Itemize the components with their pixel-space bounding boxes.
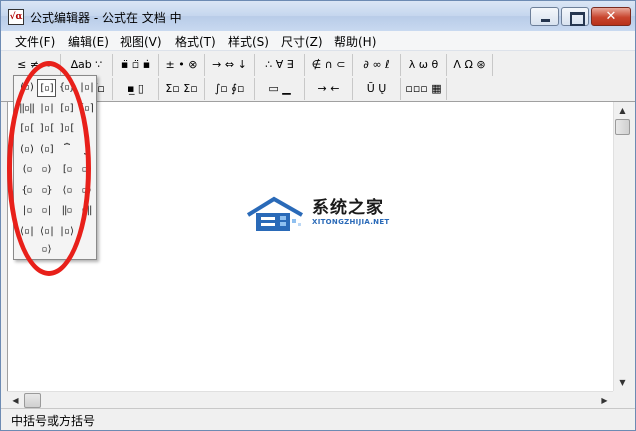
summation-templates-button[interactable]: Σ▫ Σ▫: [159, 78, 205, 100]
title-bar[interactable]: √α 公式编辑器 - 公式在 文档 中 ✕: [1, 1, 635, 31]
set-theory-symbols-button[interactable]: ∉ ∩ ⊂: [305, 54, 353, 76]
greek-lowercase-button[interactable]: λ ω θ: [401, 54, 447, 76]
underbar-overbar-templates-button[interactable]: ▭ ▁: [255, 78, 305, 100]
logical-symbols-button[interactable]: ∴ ∀ ∃: [255, 54, 305, 76]
minimize-button[interactable]: [530, 7, 559, 26]
equation-editing-area[interactable]: 系统之家 XITONGZHIJIA.NET: [7, 102, 613, 391]
subscript-superscript-templates-button[interactable]: ▪̲ ▯: [113, 78, 159, 100]
horizontal-scrollbar[interactable]: ◀ ▶: [7, 391, 613, 408]
scrollbar-corner: [613, 391, 630, 408]
scroll-right-icon[interactable]: ▶: [596, 392, 613, 409]
highlight-annotation-ring: [7, 61, 91, 276]
menu-view[interactable]: 视图(V): [120, 33, 162, 50]
embellishments-button[interactable]: ▪̈ ▫̈ ▪̇: [113, 54, 159, 76]
spaces-ellipses-button[interactable]: ∆ab ∵: [61, 54, 113, 76]
greek-uppercase-button[interactable]: Λ Ω ⊛: [447, 54, 493, 76]
integral-templates-button[interactable]: ∫▫ ∮▫: [205, 78, 255, 100]
matrix-templates-button[interactable]: ▫▫▫ ▦: [401, 78, 447, 100]
maximize-button[interactable]: [561, 7, 589, 26]
menu-edit[interactable]: 编辑(E): [68, 33, 109, 50]
scroll-up-icon[interactable]: ▲: [614, 102, 631, 119]
watermark-url: XITONGZHIJIA.NET: [312, 218, 390, 226]
labeled-arrow-templates-button[interactable]: → ←: [305, 78, 353, 100]
house-logo-icon: [246, 196, 303, 231]
close-button[interactable]: ✕: [591, 7, 631, 26]
close-icon: ✕: [605, 9, 617, 24]
menu-format[interactable]: 格式(T): [175, 33, 216, 50]
misc-symbols-button[interactable]: ∂ ∞ ℓ: [353, 54, 401, 76]
app-icon[interactable]: √α: [8, 9, 24, 25]
scroll-down-icon[interactable]: ▼: [614, 374, 631, 391]
vertical-scrollbar[interactable]: ▲ ▼: [613, 102, 631, 391]
menu-help[interactable]: 帮助(H): [334, 33, 376, 50]
operator-symbols-button[interactable]: ± • ⊗: [159, 54, 205, 76]
menu-file[interactable]: 文件(F): [15, 33, 55, 50]
status-text: 中括号或方括号: [11, 414, 96, 428]
vertical-scroll-thumb[interactable]: [615, 119, 630, 135]
window-title: 公式编辑器 - 公式在 文档 中: [30, 11, 182, 25]
watermark-name: 系统之家: [312, 198, 384, 218]
scroll-left-icon[interactable]: ◀: [7, 392, 24, 409]
products-set-theory-templates-button[interactable]: Ū Ų: [353, 78, 401, 100]
menu-bar: 文件(F) 编辑(E) 视图(V) 格式(T) 样式(S) 尺寸(Z) 帮助(H…: [1, 31, 635, 51]
menu-style[interactable]: 样式(S): [228, 33, 269, 50]
fence-template-item[interactable]: |▫|: [77, 79, 96, 97]
watermark-logo: 系统之家 XITONGZHIJIA.NET: [244, 193, 394, 239]
menu-size[interactable]: 尺寸(Z): [281, 33, 323, 50]
equation-editor-window: √α 公式编辑器 - 公式在 文档 中 ✕ 文件(F) 编辑(E) 视图(V) …: [0, 0, 636, 431]
status-bar: 中括号或方括号: [1, 408, 635, 430]
arrow-symbols-button[interactable]: → ⇔ ↓: [205, 54, 255, 76]
horizontal-scroll-thumb[interactable]: [24, 393, 41, 408]
